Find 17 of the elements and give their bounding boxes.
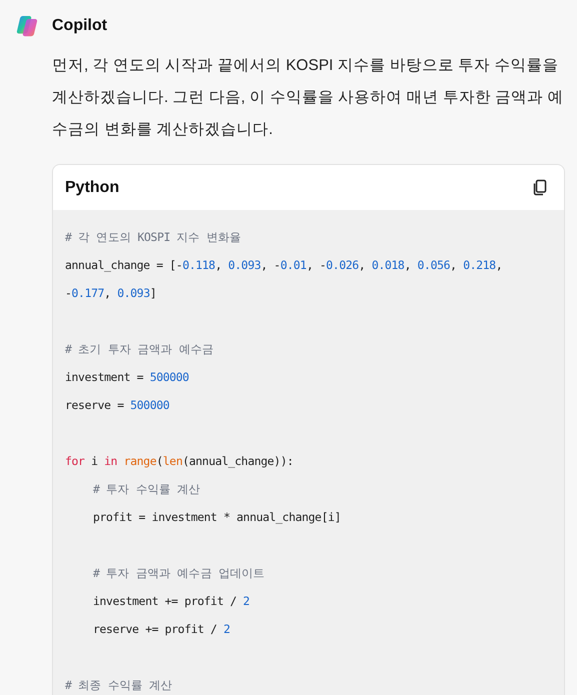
assistant-name: Copilot (52, 17, 108, 35)
code-line: # 초기 투자 금액과 예수금 (65, 341, 215, 358)
copy-icon (532, 179, 548, 196)
code-line: profit = investment * annual_change[i] (92, 509, 342, 526)
code-line: # 각 연도의 KOSPI 지수 변화율 (65, 229, 242, 246)
code-line: # 투자 금액과 예수금 업데이트 (92, 565, 266, 582)
code-line: for i in range(len(annual_change)): (65, 453, 294, 470)
code-line: reserve += profit / 2 (92, 621, 232, 638)
logo-icon (15, 14, 39, 38)
code-language: Python (65, 178, 120, 196)
code-line: # 투자 수익률 계산 (92, 481, 202, 498)
code-line: investment += profit / 2 (92, 593, 251, 610)
code-line: investment = 500000 (65, 369, 190, 386)
code-line: # 최종 수익률 계산 (65, 677, 174, 694)
code-line: annual_change = [-0.118, 0.093, -0.01, -0.026, 0.018, 0.056, 0.218, -0.177, 0.093] (65, 257, 504, 302)
code-line: reserve = 500000 (65, 397, 170, 414)
message-text: 먼저, 각 연도의 시작과 끝에서의 KOSPI 지수를 바탕으로 투자 수익률을 계산하겠습니다. 그런 다음, 이 수익률을 사용하여 매년 투자한 금액과 예수금의 변화를 계산하겠습니다. (52, 56, 564, 140)
